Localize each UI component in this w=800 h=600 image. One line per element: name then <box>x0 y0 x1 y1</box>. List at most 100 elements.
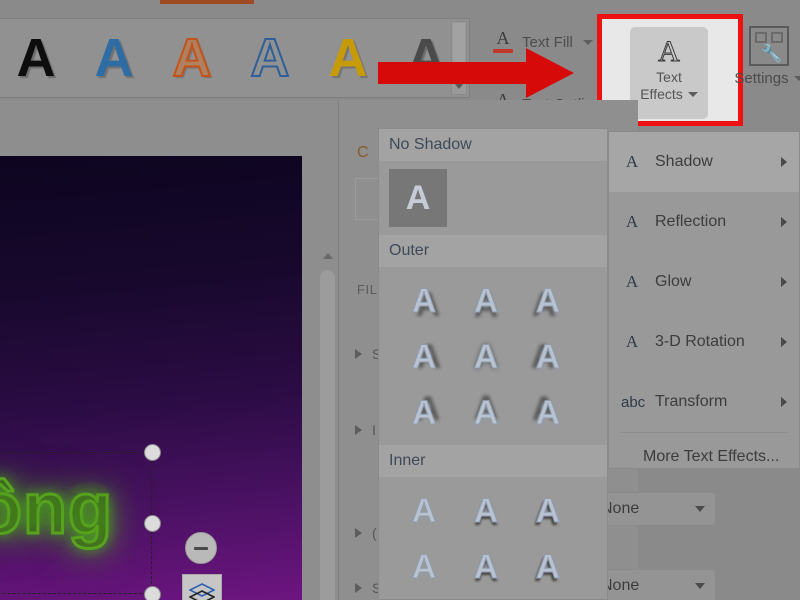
format-pane-title: C <box>357 144 369 161</box>
shadow-option-outer-7[interactable]: A <box>455 385 517 441</box>
shadow-gallery-flyout[interactable]: No Shadow A Outer A A A A A A A A A Inne… <box>378 128 608 600</box>
wordart-style-4[interactable]: A <box>309 21 387 95</box>
ribbon-tab-strip <box>0 0 800 12</box>
format-pane-row-label: ( <box>372 525 377 541</box>
text-effects-dropdown-menu[interactable]: A Shadow A Reflection A Glow A 3-D Rotat… <box>608 131 800 469</box>
reflection-effect-icon: A <box>625 212 639 231</box>
chevron-right-icon <box>355 528 362 538</box>
shadow-preview-glyph: A <box>473 547 499 586</box>
shadow-inner-grid: A A A A A A <box>379 477 607 595</box>
shadow-preview-glyph: A <box>535 491 561 530</box>
transform-effect-icon: abc <box>621 393 646 411</box>
settings-button[interactable]: 🔧 Settings <box>734 26 800 87</box>
shadow-option-inner-2[interactable]: A <box>517 483 579 539</box>
shadow-option-outer-5[interactable]: A <box>517 329 579 385</box>
wordart-style-2[interactable]: A <box>153 21 231 95</box>
chevron-right-icon <box>781 277 787 287</box>
menu-item-glow[interactable]: A Glow <box>609 252 799 312</box>
selection-bounding-box <box>0 452 152 594</box>
menu-item-label: Shadow <box>655 153 713 170</box>
scroll-up-button[interactable] <box>318 248 338 264</box>
shadow-preview-glyph: A <box>535 393 561 432</box>
wordart-glyph: A <box>172 28 213 88</box>
shadow-preview-glyph: A <box>411 491 437 530</box>
text-effects-button[interactable]: A Text Effects <box>630 27 708 119</box>
shadow-option-inner-3[interactable]: A <box>393 539 455 595</box>
wordart-glyph: A <box>250 28 291 88</box>
scrollbar-thumb[interactable] <box>320 270 335 600</box>
slide-scrollbar[interactable] <box>318 248 338 600</box>
chevron-right-icon <box>781 337 787 347</box>
selection-handle-top-right[interactable] <box>144 444 161 461</box>
layout-options-button[interactable] <box>182 574 222 600</box>
menu-item-label: More Text Effects... <box>643 448 780 465</box>
shadow-option-inner-0[interactable]: A <box>393 483 455 539</box>
shadow-outer-header: Outer <box>379 235 607 267</box>
chevron-down-icon <box>695 506 705 512</box>
shadow-option-outer-4[interactable]: A <box>455 329 517 385</box>
chevron-right-icon <box>781 397 787 407</box>
shadow-preview-glyph: A <box>535 337 561 376</box>
effect-combo-2[interactable]: None <box>590 569 716 600</box>
chevron-down-icon[interactable] <box>793 76 800 81</box>
shadow-option-outer-0[interactable]: A <box>393 273 455 329</box>
menu-item-more-text-effects[interactable]: More Text Effects... <box>609 433 799 481</box>
shadow-option-inner-5[interactable]: A <box>517 539 579 595</box>
shadow-no-shadow-group: A <box>379 161 607 235</box>
format-pane-section-header: FIL <box>357 282 378 297</box>
format-pane-row-label: I <box>372 422 376 438</box>
menu-item-label: Glow <box>655 273 692 290</box>
shadow-option-inner-1[interactable]: A <box>455 483 517 539</box>
settings-label: Settings <box>734 70 789 87</box>
wordart-glyph: A <box>16 28 56 88</box>
wordart-style-3[interactable]: A <box>231 21 309 95</box>
glow-effect-icon: A <box>625 272 639 291</box>
chevron-down-icon[interactable] <box>582 39 593 45</box>
menu-item-transform[interactable]: abc Transform <box>609 372 799 432</box>
shadow-preview-glyph: A <box>473 393 499 432</box>
chevron-up-icon <box>323 253 333 259</box>
wordart-glyph: A <box>94 28 134 88</box>
shadow-option-outer-6[interactable]: A <box>393 385 455 441</box>
wordart-style-1[interactable]: A <box>75 21 153 95</box>
wordart-style-0[interactable]: A <box>0 21 75 95</box>
rotation-effect-icon: A <box>625 332 639 351</box>
remove-button[interactable] <box>185 532 217 564</box>
shadow-effect-icon: A <box>625 152 639 171</box>
shadow-option-outer-8[interactable]: A <box>517 385 579 441</box>
text-effects-label-line2-row: Effects <box>640 86 698 103</box>
menu-item-label: Reflection <box>655 213 727 230</box>
menu-item-label: Transform <box>655 393 728 410</box>
chevron-right-icon <box>355 349 362 359</box>
text-effects-label-line1: Text <box>656 69 682 85</box>
combo-control[interactable]: None <box>590 569 716 600</box>
slide-canvas[interactable]: ông ông <box>0 156 302 600</box>
shadow-option-inner-4[interactable]: A <box>455 539 517 595</box>
combo-control[interactable]: None <box>590 492 716 526</box>
selection-handle-middle-right[interactable] <box>144 515 161 532</box>
wordart-glyph: A <box>328 28 368 88</box>
shadow-option-outer-1[interactable]: A <box>455 273 517 329</box>
format-pane-row-1[interactable]: I <box>355 422 376 438</box>
shadow-preview-glyph: A <box>473 281 499 320</box>
shadow-option-no-shadow[interactable]: A <box>389 169 447 227</box>
selection-handle-bottom-right[interactable] <box>144 586 161 600</box>
chevron-down-icon[interactable] <box>687 92 698 97</box>
text-effects-label-line2: Effects <box>640 86 683 102</box>
shadow-option-outer-2[interactable]: A <box>517 273 579 329</box>
shadow-preview-glyph: A <box>411 281 437 320</box>
shadow-preview-glyph: A <box>411 337 437 376</box>
chevron-right-icon <box>781 217 787 227</box>
menu-item-3d-rotation[interactable]: A 3-D Rotation <box>609 312 799 372</box>
menu-item-label: 3-D Rotation <box>655 333 745 350</box>
text-effects-icon: A <box>658 35 681 69</box>
app-window: A A A A A A A Text Fill A Text Outline <box>0 0 800 600</box>
shadow-preview-glyph: A <box>473 491 499 530</box>
menu-item-shadow[interactable]: A Shadow <box>609 132 799 192</box>
menu-item-reflection[interactable]: A Reflection <box>609 192 799 252</box>
format-pane-row-2[interactable]: ( <box>355 525 377 541</box>
shadow-outer-grid: A A A A A A A A A <box>379 267 607 441</box>
shadow-option-outer-3[interactable]: A <box>393 329 455 385</box>
chevron-right-icon <box>355 425 362 435</box>
effect-combo-1[interactable]: None <box>590 492 716 526</box>
